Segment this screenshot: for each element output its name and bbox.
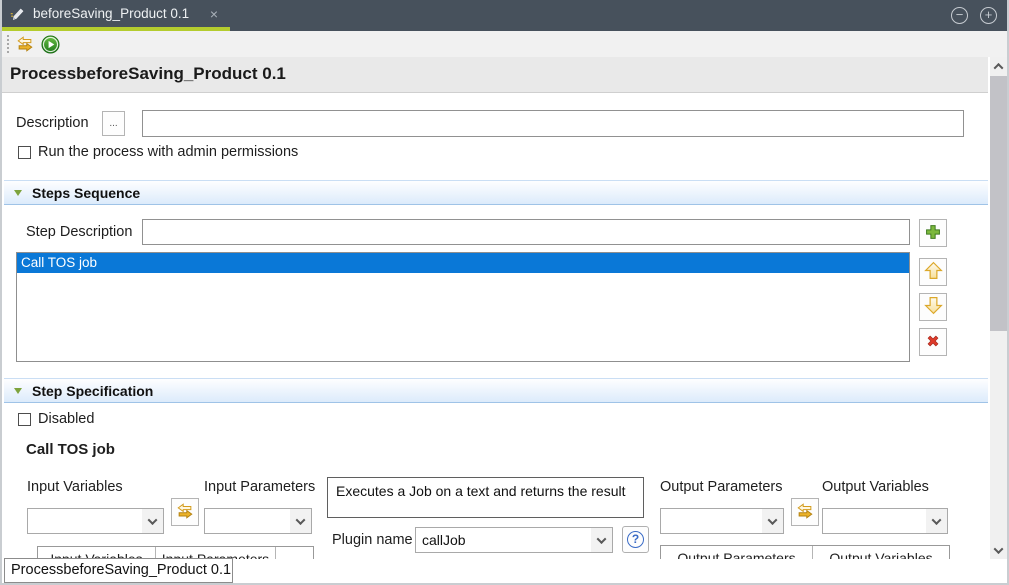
input-parameters-value (205, 509, 290, 533)
toolbar-grip-handle[interactable] (7, 35, 9, 53)
input-parameters-label: Input Parameters (204, 479, 315, 495)
step-specification-title: Step Specification (32, 379, 153, 403)
collapse-triangle-icon[interactable] (14, 190, 22, 196)
chevron-down-icon (290, 509, 311, 533)
run-process-icon[interactable] (40, 34, 60, 54)
tab-beforesaving-product[interactable]: beforeSaving_Product 0.1 × (2, 0, 230, 31)
output-variables-value (823, 509, 926, 533)
input-variables-value (28, 509, 142, 533)
tabbar-actions: − + (951, 7, 997, 24)
description-input[interactable] (142, 110, 964, 137)
output-parameters-label: Output Parameters (660, 479, 783, 495)
move-step-up-button[interactable] (919, 258, 947, 286)
scroll-up-icon[interactable] (990, 57, 1007, 75)
plus-icon (923, 222, 943, 245)
add-step-button[interactable] (919, 219, 947, 247)
transfer-arrows-icon (176, 502, 194, 523)
status-tooltip: ProcessbeforeSaving_Product 0.1 (4, 558, 233, 583)
delete-step-button[interactable] (919, 328, 947, 356)
plugin-help-button[interactable]: ? (622, 526, 649, 553)
plugin-name-value: callJob (416, 528, 591, 552)
output-parameters-value (661, 509, 762, 533)
transfer-arrows-icon (796, 502, 814, 523)
page-title: ProcessbeforeSaving_Product 0.1 (10, 57, 988, 91)
chevron-down-icon (926, 509, 947, 533)
minimize-icon[interactable]: − (951, 7, 968, 24)
editor-toolbar (2, 31, 1007, 57)
output-variables-select[interactable] (822, 508, 948, 534)
steps-sequence-title: Steps Sequence (32, 181, 140, 205)
input-parameters-select[interactable] (204, 508, 312, 534)
collapse-triangle-icon[interactable] (14, 388, 22, 394)
map-input-button[interactable] (171, 498, 199, 526)
chevron-down-icon (762, 509, 783, 533)
description-ellipsis-button[interactable]: ... (102, 111, 125, 136)
step-description-input[interactable] (142, 219, 910, 245)
admin-permissions-checkbox[interactable] (18, 146, 31, 159)
input-variables-select[interactable] (27, 508, 164, 534)
step-description-label: Step Description (26, 219, 132, 245)
close-tab-icon[interactable]: × (205, 0, 223, 28)
tab-label: beforeSaving_Product 0.1 (33, 0, 189, 28)
steps-sequence-section-header[interactable]: Steps Sequence (4, 180, 988, 205)
help-icon: ? (627, 531, 644, 548)
step-name-heading: Call TOS job (26, 441, 115, 458)
admin-permissions-label: Run the process with admin permissions (38, 144, 298, 160)
process-pen-icon (9, 6, 26, 28)
deploy-sync-icon[interactable] (15, 34, 35, 54)
chevron-down-icon (142, 509, 163, 533)
scrollbar-thumb[interactable] (990, 76, 1007, 331)
scroll-down-icon[interactable] (990, 541, 1007, 559)
output-variables-label: Output Variables (822, 479, 929, 495)
step-specification-section-header[interactable]: Step Specification (4, 378, 988, 403)
editor-tab-bar: beforeSaving_Product 0.1 × − + (2, 0, 1007, 31)
chevron-down-icon (591, 528, 612, 552)
description-label: Description (16, 110, 89, 137)
plugin-name-label: Plugin name (332, 527, 413, 553)
arrow-down-icon (923, 295, 944, 319)
vertical-scrollbar (990, 57, 1007, 559)
plugin-name-select[interactable]: callJob (415, 527, 613, 553)
red-x-icon (923, 331, 943, 354)
process-editor-window: beforeSaving_Product 0.1 × − + Process (0, 0, 1009, 585)
output-parameters-select[interactable] (660, 508, 784, 534)
maximize-icon[interactable]: + (980, 7, 997, 24)
page-title-bar: ProcessbeforeSaving_Product 0.1 (2, 57, 988, 93)
plugin-description-box: Executes a Job on a text and returns the… (327, 477, 644, 518)
disabled-label: Disabled (38, 411, 94, 427)
map-output-button[interactable] (791, 498, 819, 526)
list-item[interactable]: Call TOS job (17, 253, 909, 273)
input-variables-label: Input Variables (27, 479, 123, 495)
steps-list[interactable]: Call TOS job (16, 252, 910, 362)
disabled-checkbox[interactable] (18, 413, 31, 426)
move-step-down-button[interactable] (919, 293, 947, 321)
arrow-up-icon (923, 260, 944, 284)
